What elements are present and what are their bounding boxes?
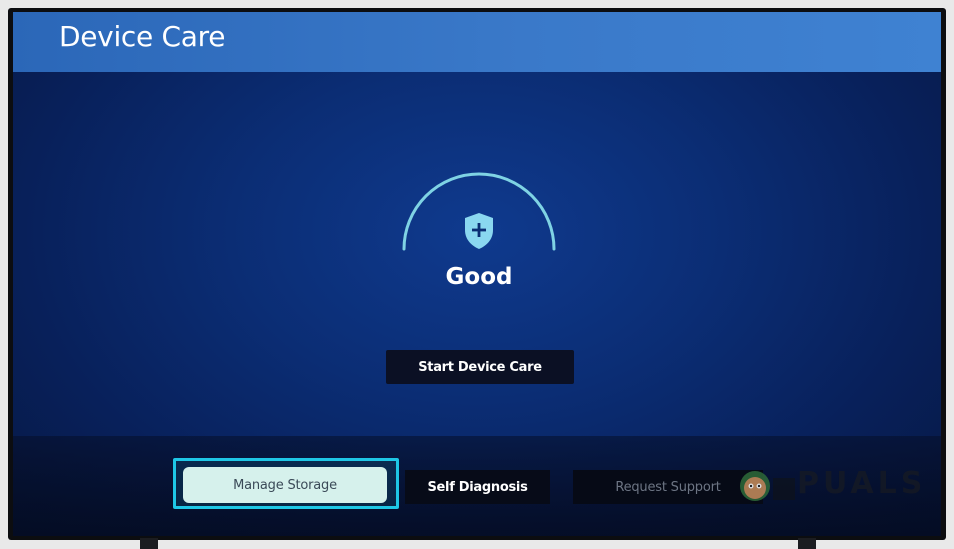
- page-title: Device Care: [59, 20, 226, 53]
- manage-storage-button[interactable]: Manage Storage: [183, 467, 387, 503]
- header-bar: Device Care: [13, 12, 941, 72]
- tv-stand-right: [798, 538, 816, 549]
- start-device-care-button[interactable]: Start Device Care: [386, 350, 574, 384]
- status-gauge: Good: [399, 172, 559, 302]
- status-label: Good: [445, 264, 513, 290]
- tv-stand-left: [140, 538, 158, 549]
- watermark-logo: PUALS: [733, 458, 933, 508]
- watermark-text: PUALS: [797, 466, 927, 501]
- tv-screen: Device Care Good Start Device Care Manag…: [13, 12, 941, 536]
- self-diagnosis-button[interactable]: Self Diagnosis: [405, 470, 550, 504]
- shield-plus-icon: [465, 213, 493, 249]
